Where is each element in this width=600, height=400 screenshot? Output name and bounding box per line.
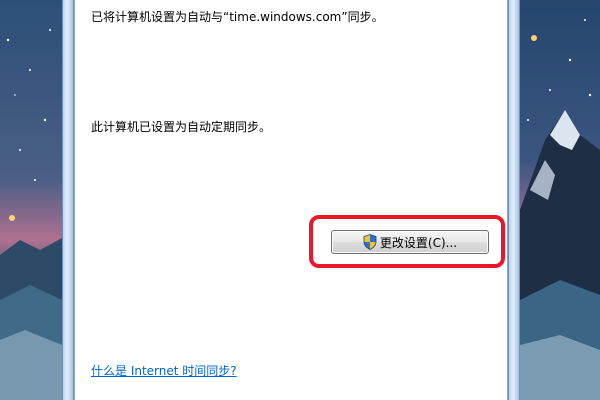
window-frame-right [508, 0, 520, 400]
desktop-wallpaper-right [520, 0, 600, 400]
desktop-wallpaper-left [0, 0, 62, 400]
uac-shield-icon [363, 234, 377, 250]
change-settings-label: 更改设置(C)... [379, 235, 458, 250]
sync-status-text: 已将计算机设置为自动与“time.windows.com”同步。 [91, 10, 384, 24]
auto-sync-text: 此计算机已设置为自动定期同步。 [91, 120, 272, 134]
window-frame-left [62, 0, 74, 400]
change-settings-button[interactable]: 更改设置(C)... [331, 230, 489, 254]
internet-time-dialog: 已将计算机设置为自动与“time.windows.com”同步。 此计算机已设置… [74, 0, 508, 400]
internet-time-help-link[interactable]: 什么是 Internet 时间同步? [91, 362, 237, 379]
screen: 已将计算机设置为自动与“time.windows.com”同步。 此计算机已设置… [0, 0, 600, 400]
